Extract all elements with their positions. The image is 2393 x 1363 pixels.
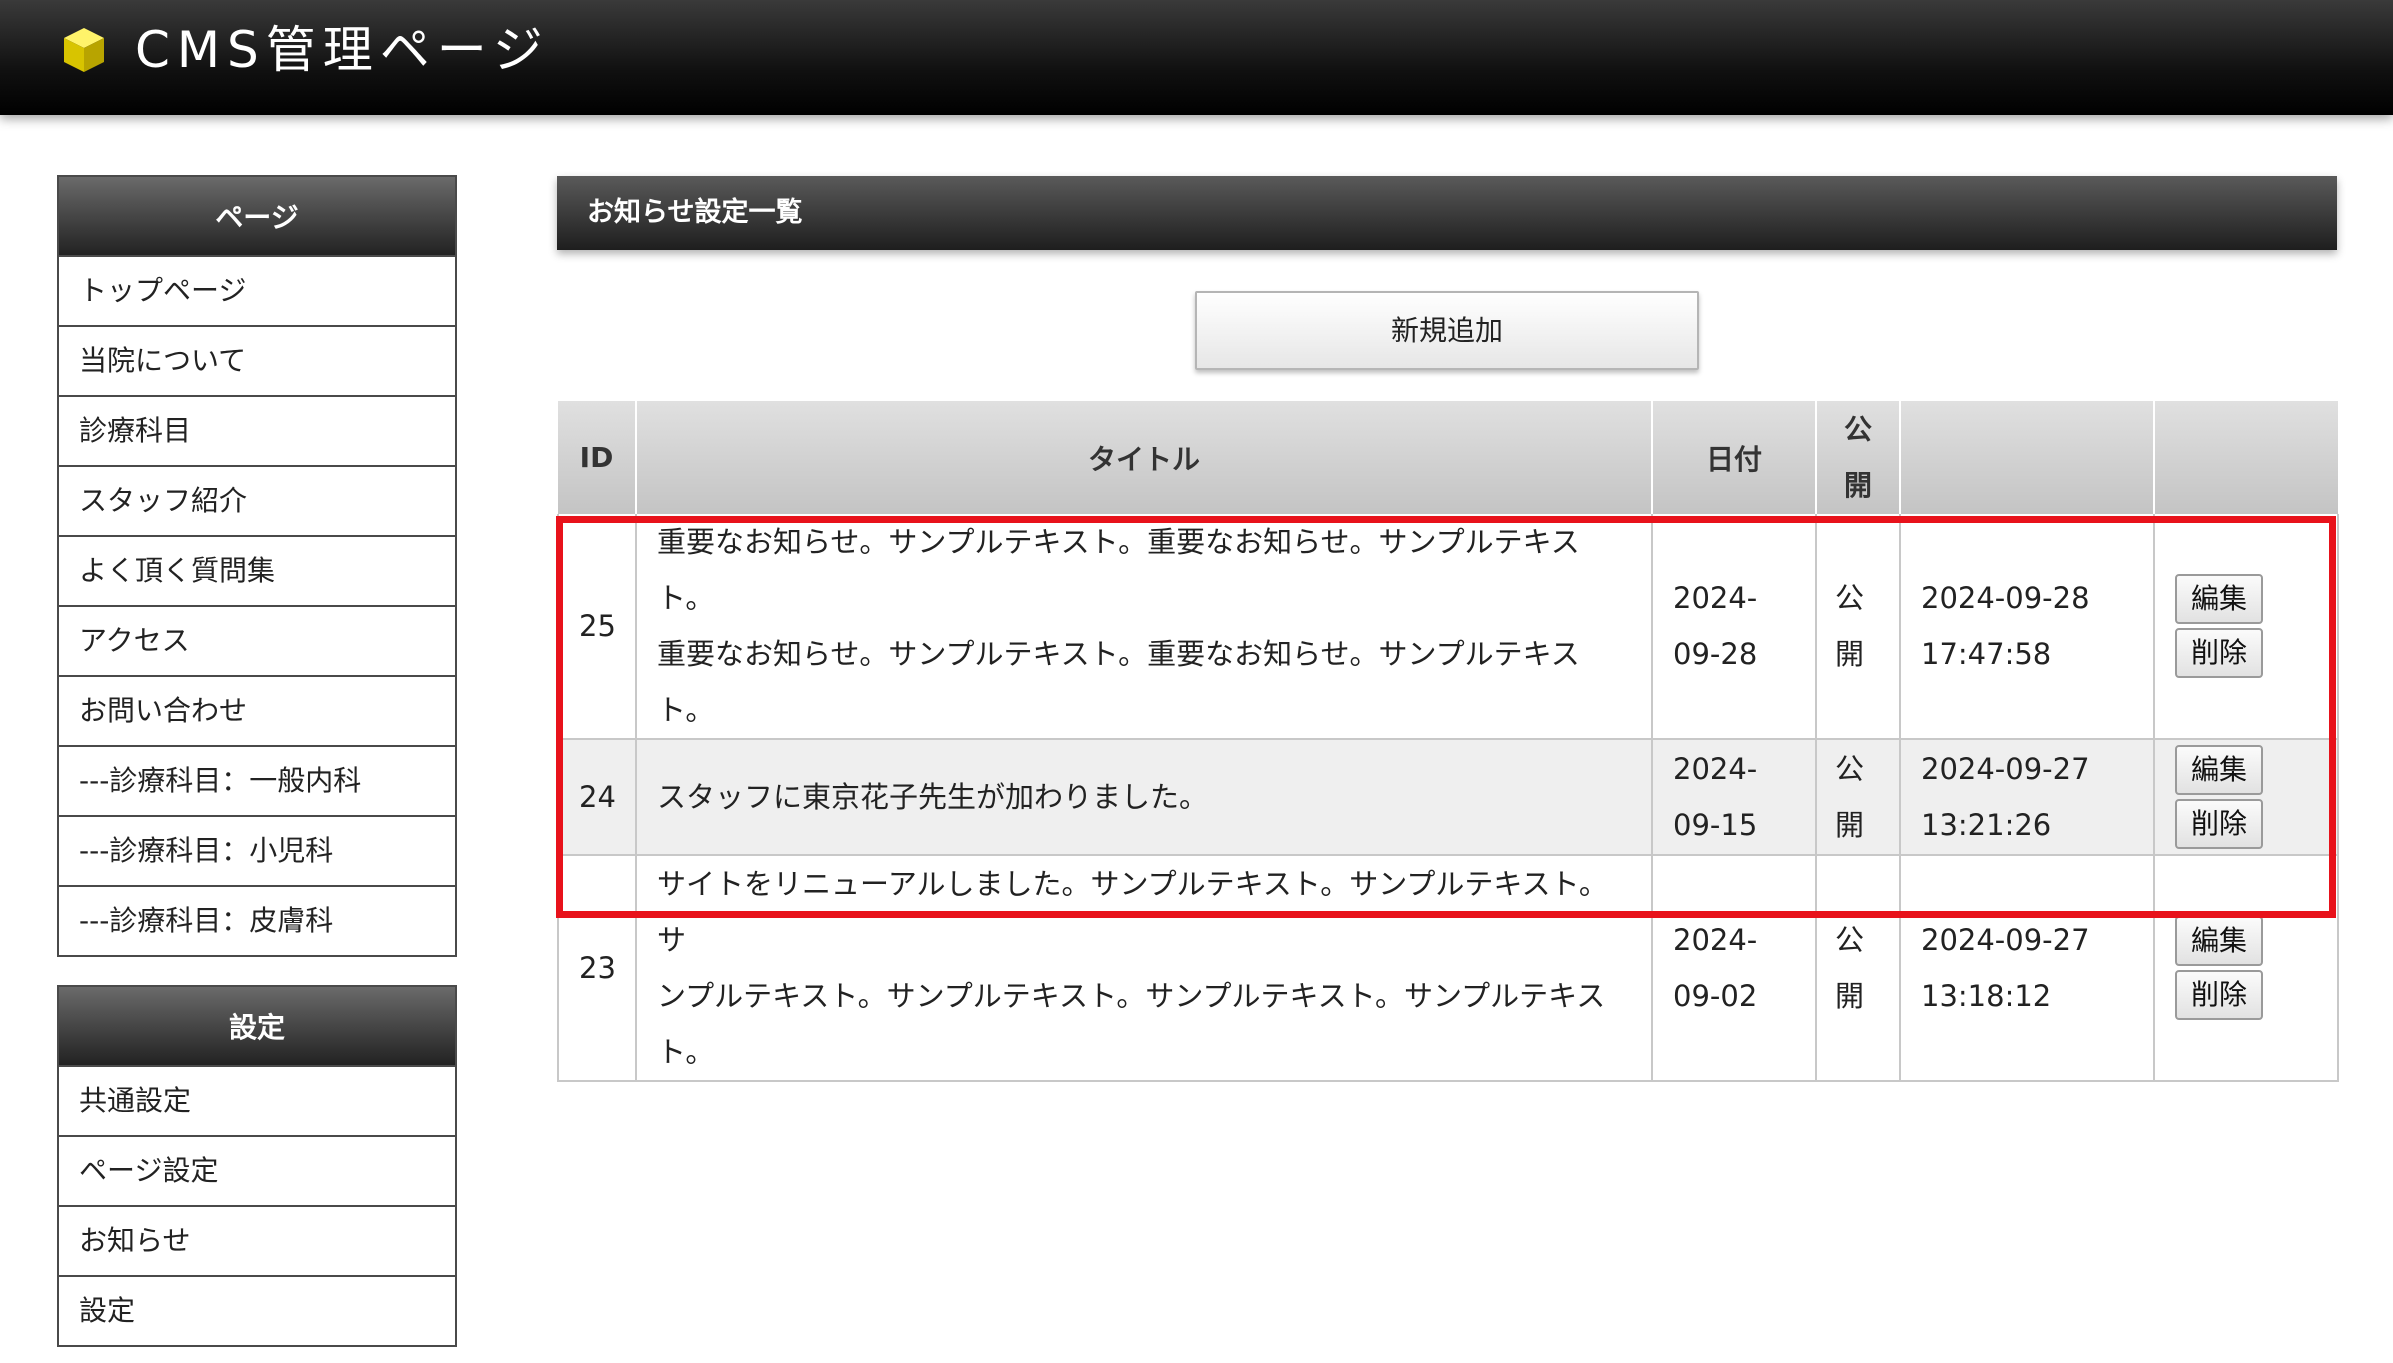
column-header-updated (1899, 401, 2154, 514)
row-title-line: サイトをリニューアルしました。サンプルテキスト。サンプルテキスト。サ (657, 867, 1608, 957)
row-actions: 編集 削除 (2153, 739, 2339, 856)
sidebar-item-contact[interactable]: お問い合わせ (59, 675, 455, 745)
top-header: CMS管理ページ (0, 0, 2393, 115)
sidebar-pages: ページ トップページ 当院について 診療科目 スタッフ紹介 よく頂く質問集 アク… (57, 175, 457, 957)
row-published-line: 公 (1835, 923, 1865, 957)
column-header-published[interactable]: 公 開 (1815, 401, 1900, 514)
sidebar-item-dermatology[interactable]: ---診療科目：皮膚科 (59, 885, 455, 955)
row-published: 公 開 (1815, 514, 1900, 740)
table-row: 23 サイトをリニューアルしました。サンプルテキスト。サンプルテキスト。サ ンプ… (557, 855, 2339, 1082)
row-published-line: 公 (1835, 581, 1865, 615)
row-date: 2024- 09-15 (1651, 739, 1816, 856)
sidebar-item-access[interactable]: アクセス (59, 605, 455, 675)
sidebar-item-top-page[interactable]: トップページ (59, 255, 455, 325)
table-header-row: ID タイトル 日付 公 開 (558, 401, 2338, 514)
row-title-line: ト。 (657, 1035, 715, 1069)
row-title-line: 重要なお知らせ。サンプルテキスト。重要なお知らせ。サンプルテキスト。 (657, 637, 1580, 727)
row-id: 23 (557, 855, 636, 1082)
row-id: 24 (557, 739, 636, 856)
sidebar-settings: 設定 共通設定 ページ設定 お知らせ 設定 (57, 985, 457, 1347)
row-published-line: 開 (1835, 637, 1865, 671)
sidebar-settings-heading: 設定 (59, 987, 455, 1065)
row-updated-time: 13:18:12 (1921, 979, 2052, 1013)
row-title-line: スタッフに東京花子先生が加わりました。 (657, 780, 1209, 814)
delete-button[interactable]: 削除 (2175, 628, 2263, 678)
row-date-line: 2024- (1673, 752, 1758, 786)
row-actions: 編集 削除 (2153, 514, 2339, 740)
row-date-line: 2024- (1673, 923, 1758, 957)
delete-button[interactable]: 削除 (2175, 970, 2263, 1020)
row-updated-time: 17:47:58 (1921, 637, 2052, 671)
edit-button[interactable]: 編集 (2175, 574, 2263, 624)
row-updated-time: 13:21:26 (1921, 808, 2052, 842)
row-updated: 2024-09-28 17:47:58 (1899, 514, 2154, 740)
column-header-date[interactable]: 日付 (1651, 401, 1816, 514)
sidebar-item-page-settings[interactable]: ページ設定 (59, 1135, 455, 1205)
sidebar-item-faq[interactable]: よく頂く質問集 (59, 535, 455, 605)
row-title-line: 重要なお知らせ。サンプルテキスト。重要なお知らせ。サンプルテキスト。 (657, 525, 1580, 615)
row-title[interactable]: 重要なお知らせ。サンプルテキスト。重要なお知らせ。サンプルテキスト。 重要なお知… (635, 514, 1652, 740)
yellow-cube-icon (64, 28, 104, 72)
row-published: 公 開 (1815, 739, 1900, 856)
sidebar-item-internal-medicine[interactable]: ---診療科目：一般内科 (59, 745, 455, 815)
edit-button[interactable]: 編集 (2175, 745, 2263, 795)
row-updated-date: 2024-09-27 (1921, 752, 2090, 786)
sidebar-item-about[interactable]: 当院について (59, 325, 455, 395)
row-date-line: 09-02 (1673, 979, 1758, 1013)
column-header-published-line2: 開 (1843, 468, 1872, 502)
column-header-published-line1: 公 (1843, 412, 1872, 446)
row-title[interactable]: サイトをリニューアルしました。サンプルテキスト。サンプルテキスト。サ ンプルテキ… (635, 855, 1652, 1082)
row-title-line: ンプルテキスト。サンプルテキスト。サンプルテキスト。サンプルテキス (657, 979, 1606, 1013)
sidebar-item-staff[interactable]: スタッフ紹介 (59, 465, 455, 535)
row-id: 25 (557, 514, 636, 740)
table-row: 24 スタッフに東京花子先生が加わりました。 2024- 09-15 公 開 2… (557, 739, 2339, 856)
sidebar-item-common-settings[interactable]: 共通設定 (59, 1065, 455, 1135)
row-date: 2024- 09-02 (1651, 855, 1816, 1082)
sidebar-item-pediatrics[interactable]: ---診療科目：小児科 (59, 815, 455, 885)
row-updated-date: 2024-09-28 (1921, 581, 2090, 615)
row-date-line: 09-15 (1673, 808, 1758, 842)
row-updated-date: 2024-09-27 (1921, 923, 2090, 957)
sidebar-pages-heading: ページ (59, 177, 455, 255)
row-published: 公 開 (1815, 855, 1900, 1082)
row-title[interactable]: スタッフに東京花子先生が加わりました。 (635, 739, 1652, 856)
news-table: ID タイトル 日付 公 開 25 重要なお知らせ。サンプルテキスト。重要なお知… (557, 401, 2339, 1082)
sidebar-item-news[interactable]: お知らせ (59, 1205, 455, 1275)
sidebar-item-settings[interactable]: 設定 (59, 1275, 455, 1345)
row-updated: 2024-09-27 13:18:12 (1899, 855, 2154, 1082)
edit-button[interactable]: 編集 (2175, 916, 2263, 966)
row-actions: 編集 削除 (2153, 855, 2339, 1082)
sidebar-item-departments[interactable]: 診療科目 (59, 395, 455, 465)
row-published-line: 開 (1835, 979, 1865, 1013)
row-updated: 2024-09-27 13:21:26 (1899, 739, 2154, 856)
column-header-actions (2153, 401, 2338, 514)
column-header-title[interactable]: タイトル (635, 401, 1652, 514)
column-header-id[interactable]: ID (558, 401, 636, 514)
row-date: 2024- 09-28 (1651, 514, 1816, 740)
add-new-button[interactable]: 新規追加 (1195, 291, 1699, 370)
row-published-line: 開 (1835, 808, 1865, 842)
delete-button[interactable]: 削除 (2175, 799, 2263, 849)
app-title: CMS管理ページ (135, 21, 550, 79)
panel-title: お知らせ設定一覧 (557, 176, 2337, 250)
row-date-line: 09-28 (1673, 637, 1758, 671)
row-date-line: 2024- (1673, 581, 1758, 615)
row-published-line: 公 (1835, 752, 1865, 786)
table-row: 25 重要なお知らせ。サンプルテキスト。重要なお知らせ。サンプルテキスト。 重要… (557, 514, 2339, 740)
